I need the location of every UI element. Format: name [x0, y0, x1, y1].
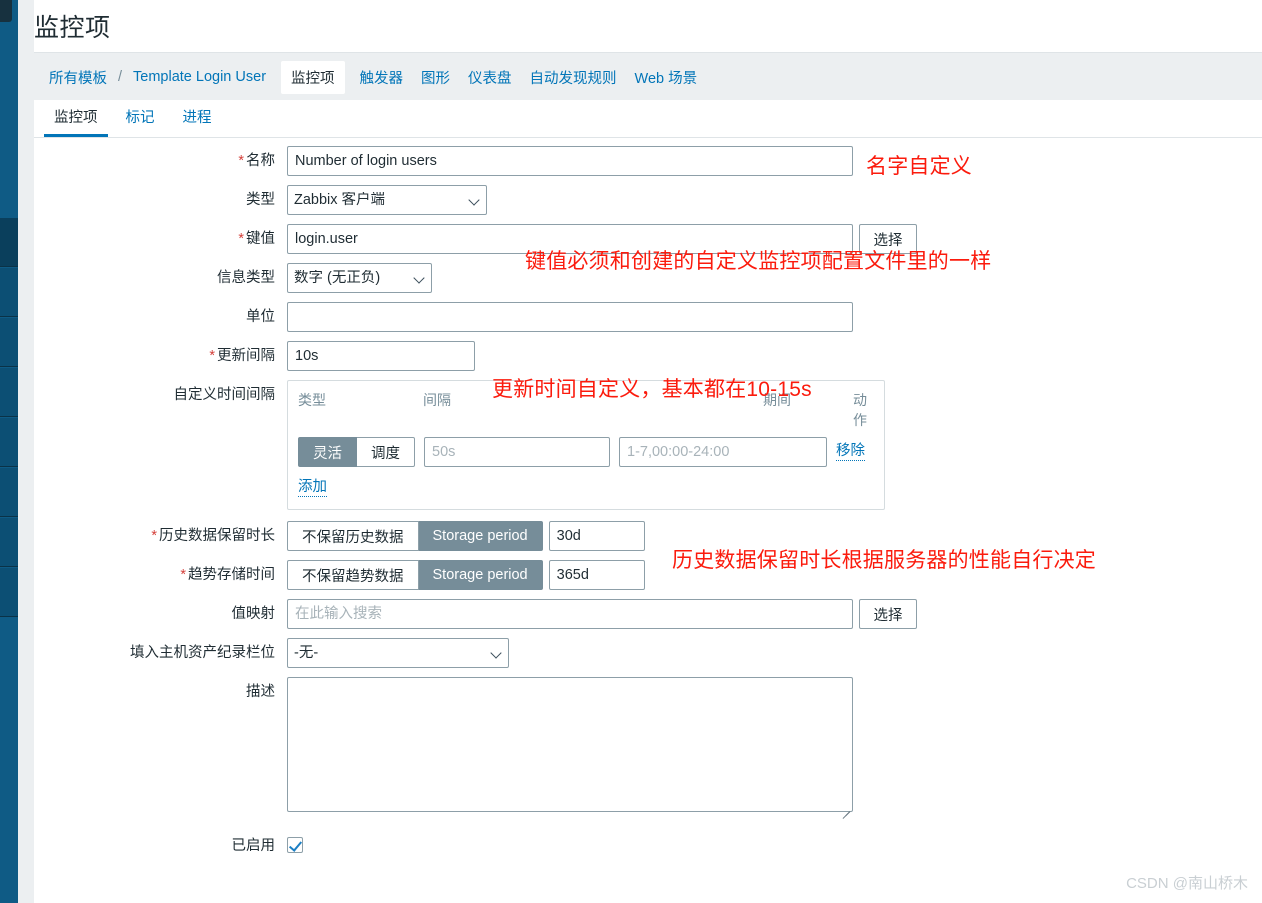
col-header-action: 动作 — [853, 392, 867, 428]
breadcrumb-separator: / — [118, 69, 123, 85]
annotation-history-note: 历史数据保留时长根据服务器的性能自行决定 — [672, 549, 1096, 572]
info-type-select[interactable]: 数字 (无正负) — [287, 263, 432, 293]
breadcrumb-bar: 所有模板 / Template Login User 监控项 触发器 图形 仪表… — [34, 52, 1262, 100]
label-custom-intervals: 自定义时间间隔 — [173, 387, 276, 403]
label-inventory-field: 填入主机资产纪录栏位 — [130, 645, 275, 661]
label-enabled: 已启用 — [231, 838, 276, 854]
sidebar-gutter — [18, 0, 34, 903]
annotation-key-note: 键值必须和创建的自定义监控项配置文件里的一样 — [525, 250, 992, 273]
object-tab-discovery-rules[interactable]: 自动发现规则 — [521, 67, 626, 88]
custom-period-input[interactable] — [619, 437, 827, 467]
field-row-units: 单位 — [34, 302, 1262, 332]
field-row-enabled: 已启用 — [34, 831, 1262, 861]
history-value-input[interactable] — [548, 521, 645, 551]
interval-type-flexible[interactable]: 灵活 — [298, 437, 357, 467]
sidebar-segment[interactable] — [0, 368, 18, 417]
sidebar-segment[interactable] — [0, 568, 18, 617]
field-row-update-interval: * 更新间隔 — [34, 341, 1262, 371]
left-sidebar[interactable] — [0, 0, 18, 903]
object-tab-graphs[interactable]: 图形 — [412, 67, 459, 88]
inventory-field-select[interactable]: -无- — [287, 638, 509, 668]
label-type: 类型 — [246, 192, 275, 208]
label-description: 描述 — [246, 684, 275, 700]
description-textarea[interactable] — [287, 677, 853, 812]
add-interval-link[interactable]: 添加 — [298, 479, 327, 497]
label-trends: * 趋势存储时间 — [180, 567, 275, 583]
field-row-type: 类型 Zabbix 客户端 — [34, 185, 1262, 215]
custom-interval-input[interactable] — [424, 437, 610, 467]
required-marker: * — [209, 348, 215, 364]
subtab-item[interactable]: 监控项 — [40, 100, 112, 137]
history-mode-toggle[interactable]: 不保留历史数据 Storage period — [287, 521, 543, 551]
sidebar-segment[interactable] — [0, 318, 18, 367]
trends-mode-toggle[interactable]: 不保留趋势数据 Storage period — [287, 560, 543, 590]
info-type-select-wrap: 数字 (无正负) — [287, 263, 432, 293]
app-root: 监控项 所有模板 / Template Login User 监控项 触发器 图… — [0, 0, 1262, 903]
trends-do-not-keep[interactable]: 不保留趋势数据 — [287, 560, 419, 590]
enabled-checkbox[interactable] — [287, 837, 303, 853]
page-title: 监控项 — [34, 14, 111, 42]
custom-interval-row: 灵活 调度 移除 — [298, 437, 874, 467]
field-row-value-map: 值映射 选择 — [34, 599, 1262, 629]
annotation-interval-note: 更新时间自定义，基本都在10-15s — [492, 378, 812, 401]
interval-type-toggle[interactable]: 灵活 调度 — [298, 437, 415, 467]
label-info-type: 信息类型 — [217, 270, 275, 286]
object-tab-dashboards[interactable]: 仪表盘 — [459, 67, 521, 88]
object-tab-triggers[interactable]: 触发器 — [351, 67, 413, 88]
sidebar-segment[interactable] — [0, 468, 18, 517]
watermark: CSDN @南山桥木 — [1126, 875, 1248, 892]
label-units: 单位 — [246, 309, 275, 325]
inventory-select-wrap: -无- — [287, 638, 509, 668]
required-marker: * — [151, 528, 157, 544]
field-row-name: * 名称 — [34, 146, 1262, 176]
type-select-wrap: Zabbix 客户端 — [287, 185, 487, 215]
units-input[interactable] — [287, 302, 853, 332]
description-wrap — [287, 677, 853, 819]
sidebar-segment[interactable] — [0, 268, 18, 317]
sidebar-segment[interactable] — [0, 218, 18, 267]
type-select[interactable]: Zabbix 客户端 — [287, 185, 487, 215]
history-do-not-keep[interactable]: 不保留历史数据 — [287, 521, 419, 551]
required-marker: * — [238, 231, 244, 247]
update-interval-input[interactable] — [287, 341, 475, 371]
annotation-name-note: 名字自定义 — [866, 155, 972, 178]
trends-value-input[interactable] — [548, 560, 645, 590]
sidebar-segment[interactable] — [0, 518, 18, 567]
object-tab-web-scenarios[interactable]: Web 场景 — [626, 67, 707, 88]
label-key: * 键值 — [238, 231, 275, 247]
breadcrumb-template-name[interactable]: Template Login User — [124, 69, 275, 85]
history-storage-period[interactable]: Storage period — [418, 521, 543, 551]
col-header-type: 类型 — [298, 392, 326, 408]
label-name: * 名称 — [238, 153, 275, 169]
sidebar-segment[interactable] — [0, 418, 18, 467]
trends-storage-period[interactable]: Storage period — [418, 560, 543, 590]
required-marker: * — [180, 567, 186, 583]
value-map-input[interactable] — [287, 599, 853, 629]
sidebar-collapse-nub[interactable] — [0, 0, 12, 22]
field-row-inventory: 填入主机资产纪录栏位 -无- — [34, 638, 1262, 668]
remove-interval-link[interactable]: 移除 — [836, 443, 865, 461]
page-header: 监控项 — [34, 0, 1262, 52]
interval-type-scheduling[interactable]: 调度 — [357, 437, 415, 467]
form-subtabs: 监控项 标记 进程 — [34, 100, 1262, 138]
label-update-interval: * 更新间隔 — [209, 348, 275, 364]
object-tab-items[interactable]: 监控项 — [281, 60, 345, 94]
breadcrumb-all-templates[interactable]: 所有模板 — [40, 67, 116, 88]
field-row-description: 描述 — [34, 677, 1262, 819]
name-input[interactable] — [287, 146, 853, 176]
subtab-tags[interactable]: 标记 — [112, 100, 169, 137]
value-map-select-button[interactable]: 选择 — [859, 599, 917, 629]
required-marker: * — [238, 153, 244, 169]
label-history: * 历史数据保留时长 — [151, 528, 275, 544]
subtab-preprocessing[interactable]: 进程 — [169, 100, 226, 137]
label-value-map: 值映射 — [231, 606, 276, 622]
